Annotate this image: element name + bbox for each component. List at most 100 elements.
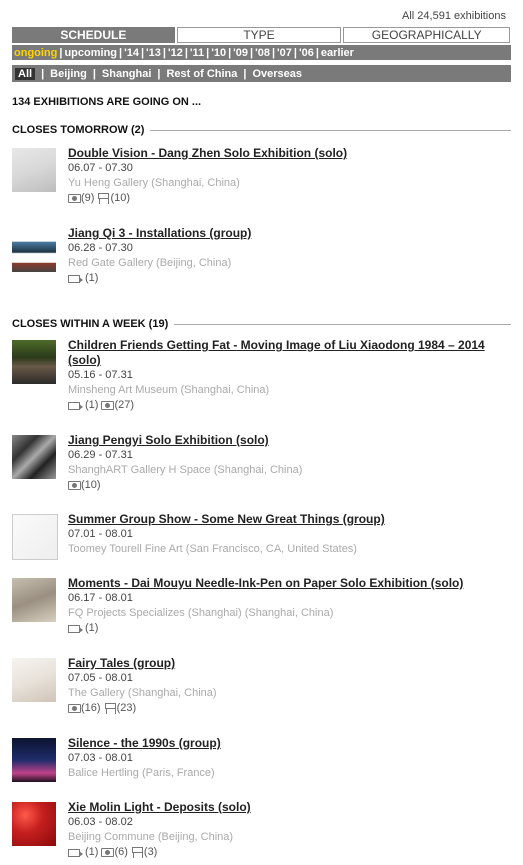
media-counts: (10) xyxy=(68,478,511,493)
separator: | xyxy=(250,46,254,59)
region-shanghai[interactable]: Shanghai xyxy=(102,68,152,80)
exhibition-thumbnail[interactable] xyxy=(12,514,58,560)
media-link[interactable]: (23) xyxy=(104,701,136,716)
easel-icon xyxy=(97,193,110,204)
year-earlier[interactable]: earlier xyxy=(321,47,354,59)
tab-schedule[interactable]: SCHEDULE xyxy=(12,27,175,43)
region-overseas[interactable]: Overseas xyxy=(252,68,302,80)
exhibition-venue: ShanghART Gallery H Space (Shanghai, Chi… xyxy=(68,464,303,476)
exhibition-title-link[interactable]: Summer Group Show - Some New Great Thing… xyxy=(68,512,511,527)
exhibitions-page: All 24,591 exhibitions SCHEDULE TYPE GEO… xyxy=(0,0,523,865)
year-12[interactable]: '12 xyxy=(168,47,183,59)
year-09[interactable]: '09 xyxy=(233,47,248,59)
year-ongoing[interactable]: ongoing xyxy=(14,47,57,59)
tab-type[interactable]: TYPE xyxy=(176,27,342,43)
region-rest-of-china[interactable]: Rest of China xyxy=(166,68,237,80)
year-upcoming[interactable]: upcoming xyxy=(64,47,117,59)
separator: | xyxy=(315,46,319,59)
year-08[interactable]: '08 xyxy=(255,47,270,59)
separator: | xyxy=(243,67,247,80)
exhibition-title-link[interactable]: Children Friends Getting Fat - Moving Im… xyxy=(68,338,511,368)
exhibition-venue: Yu Heng Gallery (Shanghai, China) xyxy=(68,177,240,189)
exhibition-dates: 07.05 - 08.01 xyxy=(68,672,133,684)
exhibition-thumbnail[interactable] xyxy=(12,340,56,384)
exhibition-title-link[interactable]: Xie Molin Light - Deposits (solo) xyxy=(68,800,511,815)
media-link[interactable]: (6) xyxy=(101,845,128,860)
exhibition-thumbnail[interactable] xyxy=(12,802,56,846)
video-icon xyxy=(68,848,85,857)
exhibition-venue: The Gallery (Shanghai, China) xyxy=(68,687,217,699)
media-link[interactable]: (1) xyxy=(68,398,98,413)
separator: | xyxy=(271,46,276,59)
year-13[interactable]: '13 xyxy=(146,47,161,59)
media-link[interactable]: (27) xyxy=(101,398,134,413)
camera-icon xyxy=(68,481,81,490)
exhibition-info: Jiang Pengyi Solo Exhibition (solo) 06.29… xyxy=(68,433,511,493)
year-07[interactable]: '07 xyxy=(277,47,292,59)
exhibition-dates: 06.03 - 08.02 xyxy=(68,816,133,828)
media-count: (16) xyxy=(81,702,101,714)
tab-geographically[interactable]: GEOGRAPHICALLY xyxy=(343,27,511,43)
exhibition-thumbnail[interactable] xyxy=(12,148,56,192)
media-counts: (16) (23) xyxy=(68,701,511,716)
camera-icon xyxy=(101,401,115,410)
exhibition-thumbnail[interactable] xyxy=(12,658,56,702)
year-14[interactable]: '14 xyxy=(124,47,139,59)
exhibition-title-link[interactable]: Jiang Pengyi Solo Exhibition (solo) xyxy=(68,433,511,448)
exhibition-venue: Balice Hertling (Paris, France) xyxy=(68,767,215,779)
year-11[interactable]: '11 xyxy=(190,47,204,59)
total-exhibitions-link[interactable]: All 24,591 exhibitions xyxy=(402,10,506,22)
exhibition-title-link[interactable]: Silence - the 1990s (group) xyxy=(68,736,511,751)
exhibition-thumbnail[interactable] xyxy=(12,228,56,272)
exhibition-venue: FQ Projects Specializes (Shanghai) (Shan… xyxy=(68,607,334,619)
media-count: (1) xyxy=(85,399,99,411)
section-heading-closes-within-week: CLOSES WITHIN A WEEK (19) xyxy=(12,318,511,330)
separator: | xyxy=(157,67,161,80)
exhibition-thumbnail[interactable] xyxy=(12,435,56,479)
video-icon xyxy=(68,274,85,283)
region-beijing[interactable]: Beijing xyxy=(50,68,87,80)
exhibition-title-link[interactable]: Double Vision - Dang Zhen Solo Exhibitio… xyxy=(68,146,511,161)
exhibition-thumbnail[interactable] xyxy=(12,578,56,622)
exhibition-title-link[interactable]: Fairy Tales (group) xyxy=(68,656,511,671)
exhibition-venue: Toomey Tourell Fine Art (San Francisco, … xyxy=(68,543,357,555)
media-link[interactable]: (1) xyxy=(68,621,98,636)
region-all[interactable]: All xyxy=(15,67,36,80)
section-label: CLOSES WITHIN A WEEK (19) xyxy=(12,318,169,330)
separator: | xyxy=(92,67,96,80)
exhibition-thumbnail[interactable] xyxy=(12,738,56,782)
media-counts: (1) (27) xyxy=(68,398,511,413)
media-link[interactable]: (10) xyxy=(68,478,101,493)
exhibition-dates: 07.03 - 08.01 xyxy=(68,752,133,764)
camera-icon xyxy=(68,194,81,203)
media-link[interactable]: (3) xyxy=(131,845,157,860)
separator: | xyxy=(41,67,45,80)
separator: | xyxy=(140,46,145,59)
exhibition-info: Xie Molin Light - Deposits (solo) 06.03 -… xyxy=(68,800,511,860)
exhibition-dates: 06.29 - 07.31 xyxy=(68,449,133,461)
media-link[interactable]: (16) xyxy=(68,701,101,716)
media-counts: (1) xyxy=(68,621,511,636)
exhibition-title-link[interactable]: Moments - Dai Mouyu Needle-Ink-Pen on Pa… xyxy=(68,576,511,591)
exhibition-info: Jiang Qi 3 - Installations (group) 06.28 … xyxy=(68,226,511,286)
media-counts: (9) (10) xyxy=(68,191,511,206)
media-link[interactable]: (1) xyxy=(68,845,98,860)
media-link[interactable]: (10) xyxy=(97,191,130,206)
year-06[interactable]: '06 xyxy=(299,47,314,59)
media-count: (27) xyxy=(114,399,135,411)
media-count: (1) xyxy=(85,846,99,858)
filter-tabs: SCHEDULE TYPE GEOGRAPHICALLY xyxy=(12,27,511,43)
section-heading-closes-tomorrow: CLOSES TOMORROW (2) xyxy=(12,124,511,136)
exhibition-title-link[interactable]: Jiang Qi 3 - Installations (group) xyxy=(68,226,511,241)
year-10[interactable]: '10 xyxy=(211,47,226,59)
video-icon xyxy=(68,401,85,410)
video-icon xyxy=(68,624,85,633)
media-counts: (1) xyxy=(68,271,511,286)
exhibition-dates: 06.17 - 08.01 xyxy=(68,592,133,604)
media-link[interactable]: (9) xyxy=(68,191,94,206)
exhibition-dates: 06.28 - 07.30 xyxy=(68,242,133,254)
divider xyxy=(174,323,511,325)
media-link[interactable]: (1) xyxy=(68,271,98,286)
exhibition-venue: Red Gate Gallery (Beijing, China) xyxy=(68,257,232,269)
easel-icon xyxy=(131,847,144,858)
